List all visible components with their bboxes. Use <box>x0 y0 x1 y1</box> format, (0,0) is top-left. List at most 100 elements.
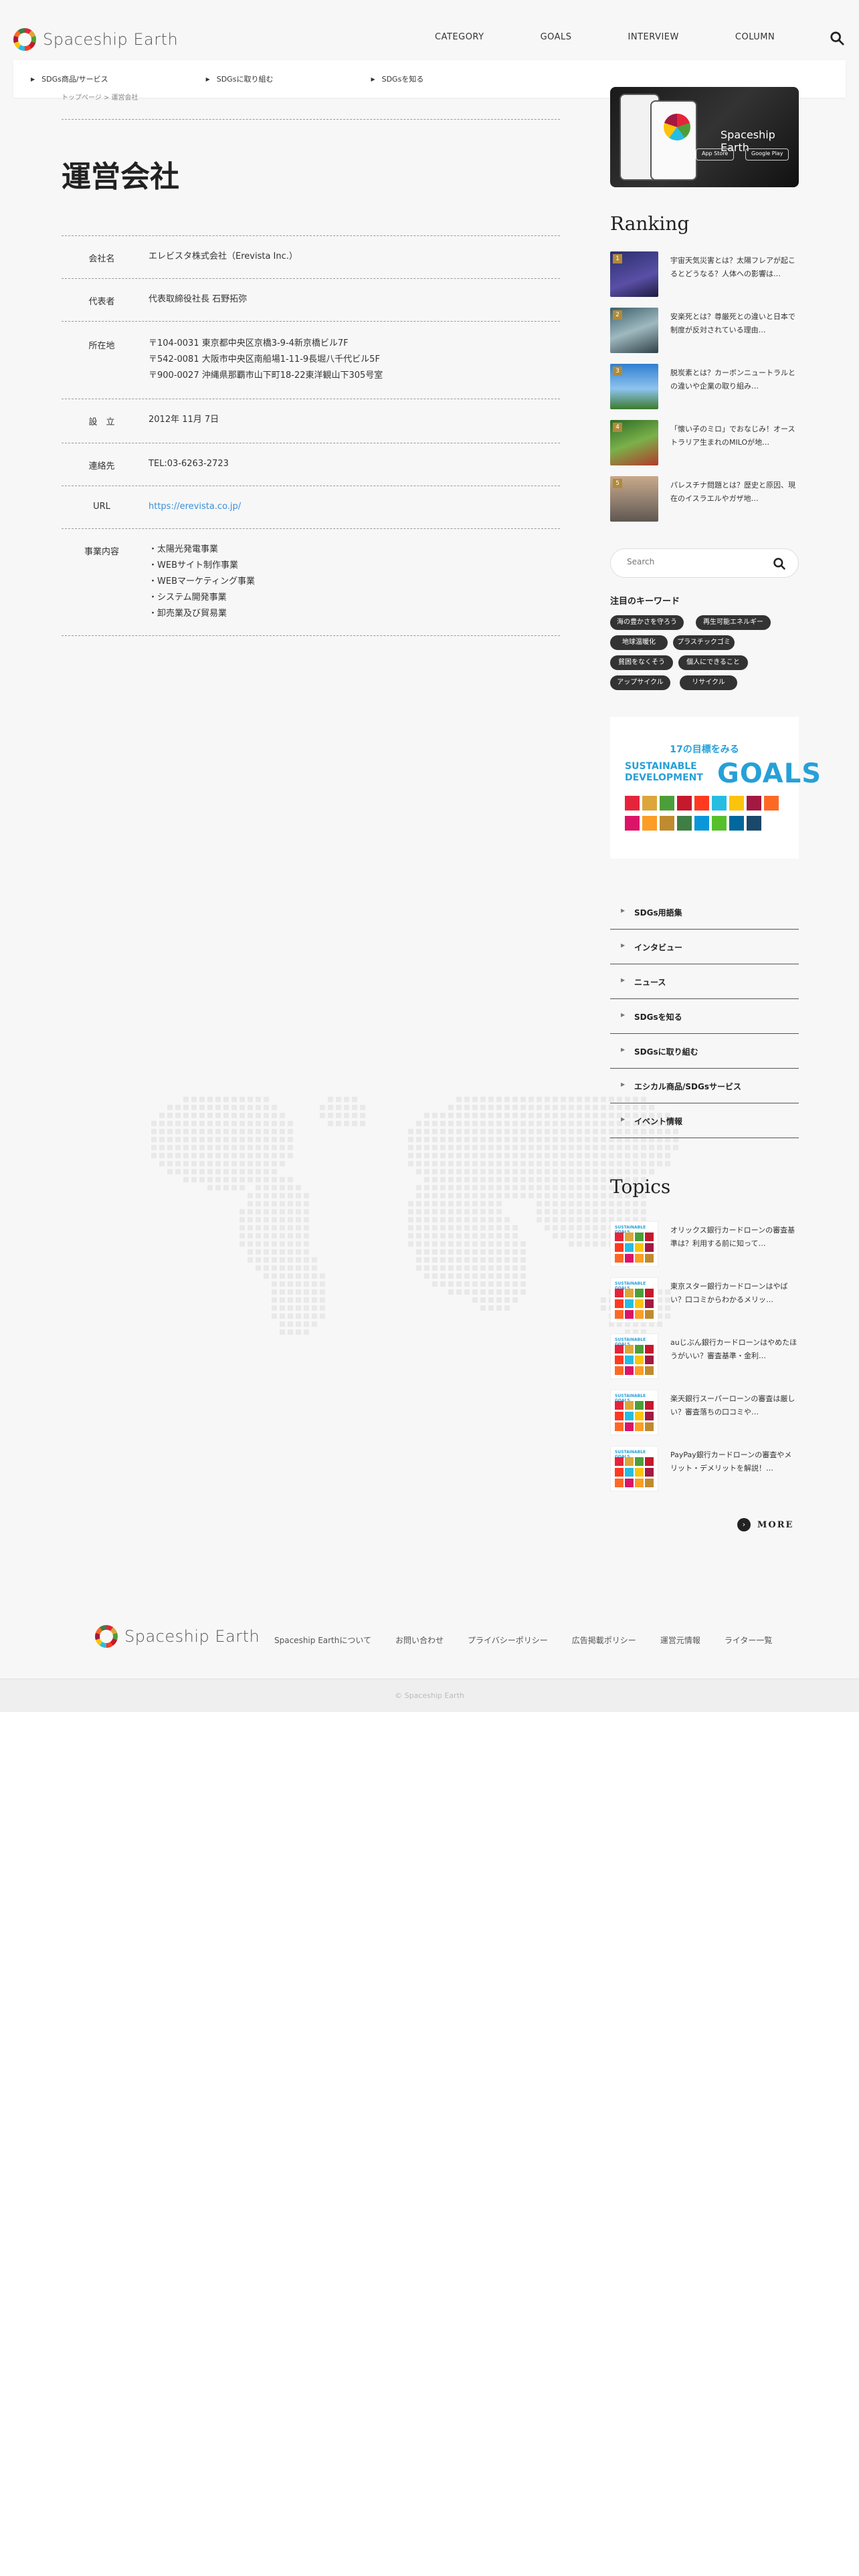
ranking-item[interactable]: 2 安楽死とは？尊厳死との違いと日本で制度が反対されている理由… <box>610 308 799 354</box>
map-dot <box>440 1153 446 1158</box>
map-dot <box>240 1105 245 1110</box>
keyword-tag[interactable]: アップサイクル <box>610 675 670 690</box>
sidebar-menu-news[interactable]: ▶ ニュース <box>610 964 799 999</box>
sidebar-menu-action[interactable]: ▶ SDGsに取り組む <box>610 1034 799 1069</box>
map-dot <box>272 1113 277 1118</box>
map-dot <box>448 1241 454 1247</box>
sidebar-menu-interview[interactable]: ▶ インタビュー <box>610 930 799 964</box>
map-dot <box>167 1113 173 1118</box>
map-dot <box>529 1161 534 1166</box>
keyword-tag[interactable]: 地球温暖化 <box>610 635 668 650</box>
map-dot <box>304 1217 309 1222</box>
map-dot <box>448 1137 454 1142</box>
address-line: 〒900-0027 沖縄県那覇市山下町18-22東洋観山下305号室 <box>149 370 383 381</box>
keyword-tag[interactable]: リサイクル <box>680 675 737 690</box>
ranking-item[interactable]: 1 宇宙天気災害とは？太陽フレアが起こるとどうなる？人体への影響は… <box>610 251 799 298</box>
nav-goals[interactable]: GOALS <box>541 32 572 42</box>
keyword-tag[interactable]: 海の豊かさを守ろう <box>610 615 684 630</box>
sidebar-menu-events[interactable]: ▶ イベント情報 <box>610 1103 799 1138</box>
search-icon[interactable] <box>830 31 844 45</box>
map-dot <box>288 1185 293 1190</box>
sdg-goal-tile <box>645 1243 654 1252</box>
topic-thumbnail: SUSTAINABLE GOALS <box>610 1390 658 1435</box>
sdg-goals-banner[interactable]: 17の目標をみる SUSTAINABLE DEVELOPMENT GOALS <box>610 717 821 859</box>
map-dot <box>480 1113 486 1118</box>
map-dot <box>304 1209 309 1214</box>
map-dot <box>280 1257 285 1263</box>
sdg-goal-tile <box>729 796 744 811</box>
sidebar-menu-ethical[interactable]: ▶ エシカル商品/SDGsサービス <box>610 1069 799 1103</box>
map-dot <box>167 1121 173 1126</box>
map-dot <box>537 1097 542 1102</box>
map-dot <box>272 1249 277 1255</box>
footer-link-contact[interactable]: お問い合わせ <box>395 1634 444 1646</box>
sdg-goal-tile <box>645 1412 654 1420</box>
keyword-tag[interactable]: 貧困をなくそう <box>610 655 673 670</box>
map-dot <box>601 1121 606 1126</box>
sdg-goal-tile <box>625 1310 634 1319</box>
topic-title: auじぶん銀行カードローンはやめたほうがいい？審査基準・金利… <box>670 1338 797 1360</box>
map-dot <box>424 1273 430 1279</box>
footer-link-operator[interactable]: 運営元情報 <box>660 1634 700 1646</box>
more-button[interactable]: › MORE <box>737 1518 793 1531</box>
info-label: 連絡先 <box>88 461 115 471</box>
map-dot <box>496 1153 502 1158</box>
subnav-learn[interactable]: ▶ SDGsを知る <box>371 74 423 84</box>
topic-item[interactable]: SUSTAINABLE GOALS オリックス銀行カードローンの審査基準は？利用… <box>610 1221 799 1268</box>
map-dot <box>264 1273 269 1279</box>
map-dot <box>223 1097 229 1102</box>
footer-link-ad-policy[interactable]: 広告掲載ポリシー <box>572 1634 636 1646</box>
map-dot <box>448 1201 454 1206</box>
footer-links: Spaceship Earthについて お問い合わせ プライバシーポリシー 広告… <box>274 1634 796 1646</box>
map-dot <box>336 1121 341 1126</box>
ranking-item[interactable]: 4 「懐い子のミロ」でおなじみ！オーストラリア生まれのMILOが地… <box>610 420 799 467</box>
map-dot <box>520 1241 526 1247</box>
map-dot <box>207 1169 213 1174</box>
subnav-products[interactable]: ▶ SDGs商品/サービス <box>31 74 108 84</box>
map-dot <box>231 1129 237 1134</box>
map-dot <box>456 1153 462 1158</box>
sidebar-menu-learn[interactable]: ▶ SDGsを知る <box>610 999 799 1034</box>
map-dot <box>416 1257 421 1263</box>
topic-item[interactable]: SUSTAINABLE GOALS PayPay銀行カードローンの審査やメリット… <box>610 1446 799 1493</box>
footer-logo[interactable]: Spaceship Earth <box>95 1625 260 1648</box>
map-dot <box>593 1097 598 1102</box>
keyword-tag[interactable]: プラスチックゴミ <box>673 635 735 650</box>
site-logo[interactable]: Spaceship Earth <box>13 28 178 51</box>
nav-category[interactable]: CATEGORY <box>435 32 484 42</box>
map-dot <box>440 1217 446 1222</box>
sidebar-menu-glossary[interactable]: ▶ SDGs用語集 <box>610 895 799 930</box>
map-dot <box>296 1289 301 1295</box>
map-dot <box>456 1177 462 1182</box>
nav-column[interactable]: COLUMN <box>735 32 775 42</box>
google-play-badge[interactable]: Google Play <box>745 148 789 160</box>
breadcrumb[interactable]: トップページ > 運営会社 <box>62 92 138 102</box>
map-dot <box>561 1185 566 1190</box>
keyword-tag[interactable]: 個人にできること <box>678 655 748 670</box>
map-dot <box>175 1169 181 1174</box>
footer-link-privacy[interactable]: プライバシーポリシー <box>468 1634 548 1646</box>
topic-item[interactable]: SUSTAINABLE GOALS 東京スター銀行カードローンはやばい？口コミか… <box>610 1277 799 1324</box>
ranking-title: 脱炭素とは？カーボンニュートラルとの違いや企業の取り組み… <box>670 368 795 391</box>
map-dot <box>601 1209 606 1214</box>
app-banner[interactable]: Spaceship Earth App Store Google Play <box>610 87 799 187</box>
map-dot <box>280 1281 285 1287</box>
keyword-tag[interactable]: 再生可能エネルギー <box>696 615 771 630</box>
map-dot <box>432 1113 438 1118</box>
ranking-item[interactable]: 5 パレスチナ問題とは？歴史と原因、現在のイスラエルやガザ地… <box>610 476 799 523</box>
topic-item[interactable]: SUSTAINABLE GOALS 楽天銀行スーパーローンの審査は厳しい？審査落… <box>610 1390 799 1436</box>
map-dot <box>496 1233 502 1239</box>
search-icon[interactable] <box>773 557 786 570</box>
company-url-link[interactable]: https://erevista.co.jp/ <box>149 502 241 512</box>
footer-link-about[interactable]: Spaceship Earthについて <box>274 1634 371 1646</box>
subnav-action[interactable]: ▶ SDGsに取り組む <box>206 74 274 84</box>
caret-right-icon: ▶ <box>621 1081 626 1087</box>
ranking-item[interactable]: 3 脱炭素とは？カーボンニュートラルとの違いや企業の取り組み… <box>610 364 799 411</box>
footer-link-writers[interactable]: ライター一覧 <box>725 1634 773 1646</box>
sdg-goal-tile <box>712 796 727 811</box>
app-store-badge[interactable]: App Store <box>696 148 735 160</box>
search-input[interactable] <box>627 557 761 566</box>
topic-item[interactable]: SUSTAINABLE GOALS auじぶん銀行カードローンはやめたほうがいい… <box>610 1333 799 1380</box>
map-dot <box>529 1121 534 1126</box>
nav-interview[interactable]: INTERVIEW <box>628 32 679 42</box>
